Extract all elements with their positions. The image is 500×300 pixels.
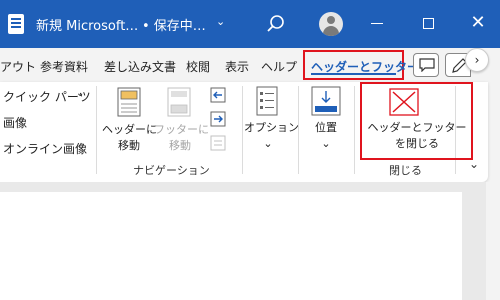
- chevron-down-icon: ⌄: [263, 137, 273, 150]
- avatar[interactable]: [319, 12, 343, 36]
- tab-references[interactable]: 参考資料: [40, 58, 88, 75]
- tab-header-footer-label: ヘッダーとフッター: [311, 60, 420, 74]
- goto-footer-button: フッターに 移動: [154, 123, 209, 152]
- maximize-button[interactable]: [423, 18, 434, 29]
- group-divider: [96, 86, 97, 174]
- group-divider: [354, 86, 355, 174]
- tab-mailings[interactable]: 差し込み文書: [104, 58, 176, 75]
- online-picture-button[interactable]: オンライン画像: [3, 140, 87, 157]
- tab-help[interactable]: ヘルプ: [261, 58, 297, 75]
- goto-footer-icon: [167, 87, 191, 117]
- previous-icon[interactable]: [210, 87, 226, 103]
- navigation-group-label: ナビゲーション: [133, 164, 210, 177]
- goto-header-button[interactable]: ヘッダーに 移動: [102, 122, 157, 154]
- close-window-button[interactable]: ✕: [468, 13, 488, 33]
- vertical-scrollbar[interactable]: [486, 182, 500, 300]
- chevron-down-icon[interactable]: ⌄: [76, 88, 84, 99]
- tab-view[interactable]: 表示: [225, 58, 249, 75]
- save-status: • 保存中…: [142, 19, 206, 34]
- tab-header-footer[interactable]: ヘッダーとフッター: [303, 50, 419, 80]
- chevron-down-icon[interactable]: ⌄: [216, 15, 225, 28]
- position-icon: [311, 86, 341, 116]
- tab-layout[interactable]: アウト: [0, 58, 36, 75]
- group-divider: [298, 86, 299, 174]
- link-to-previous-icon: [210, 135, 226, 151]
- goto-header-icon: [117, 87, 141, 117]
- chevron-down-icon: ⌄: [321, 137, 331, 150]
- document-title[interactable]: 新規 Microsoft…: [36, 15, 138, 34]
- word-document-icon: [8, 14, 24, 34]
- comment-icon: [419, 58, 435, 72]
- highlight-close-group: [360, 82, 473, 160]
- next-icon[interactable]: [210, 111, 226, 127]
- group-divider: [242, 86, 243, 174]
- title-bar: 新規 Microsoft… • 保存中… ⌄ ✕: [0, 0, 500, 48]
- close-group-label: 閉じる: [389, 164, 422, 177]
- search-icon[interactable]: [265, 13, 287, 35]
- options-icon: [256, 86, 278, 116]
- document-page[interactable]: [0, 192, 462, 300]
- options-button[interactable]: オプション ⌄: [244, 120, 299, 152]
- more-tabs-button[interactable]: ›: [465, 48, 489, 72]
- picture-button[interactable]: 画像: [3, 114, 27, 131]
- tab-review[interactable]: 校閲: [186, 58, 210, 75]
- collapse-ribbon-icon[interactable]: ⌄: [469, 157, 483, 171]
- minimize-button[interactable]: [371, 23, 383, 24]
- comment-button[interactable]: [413, 53, 439, 77]
- position-button[interactable]: 位置 ⌄: [304, 120, 348, 152]
